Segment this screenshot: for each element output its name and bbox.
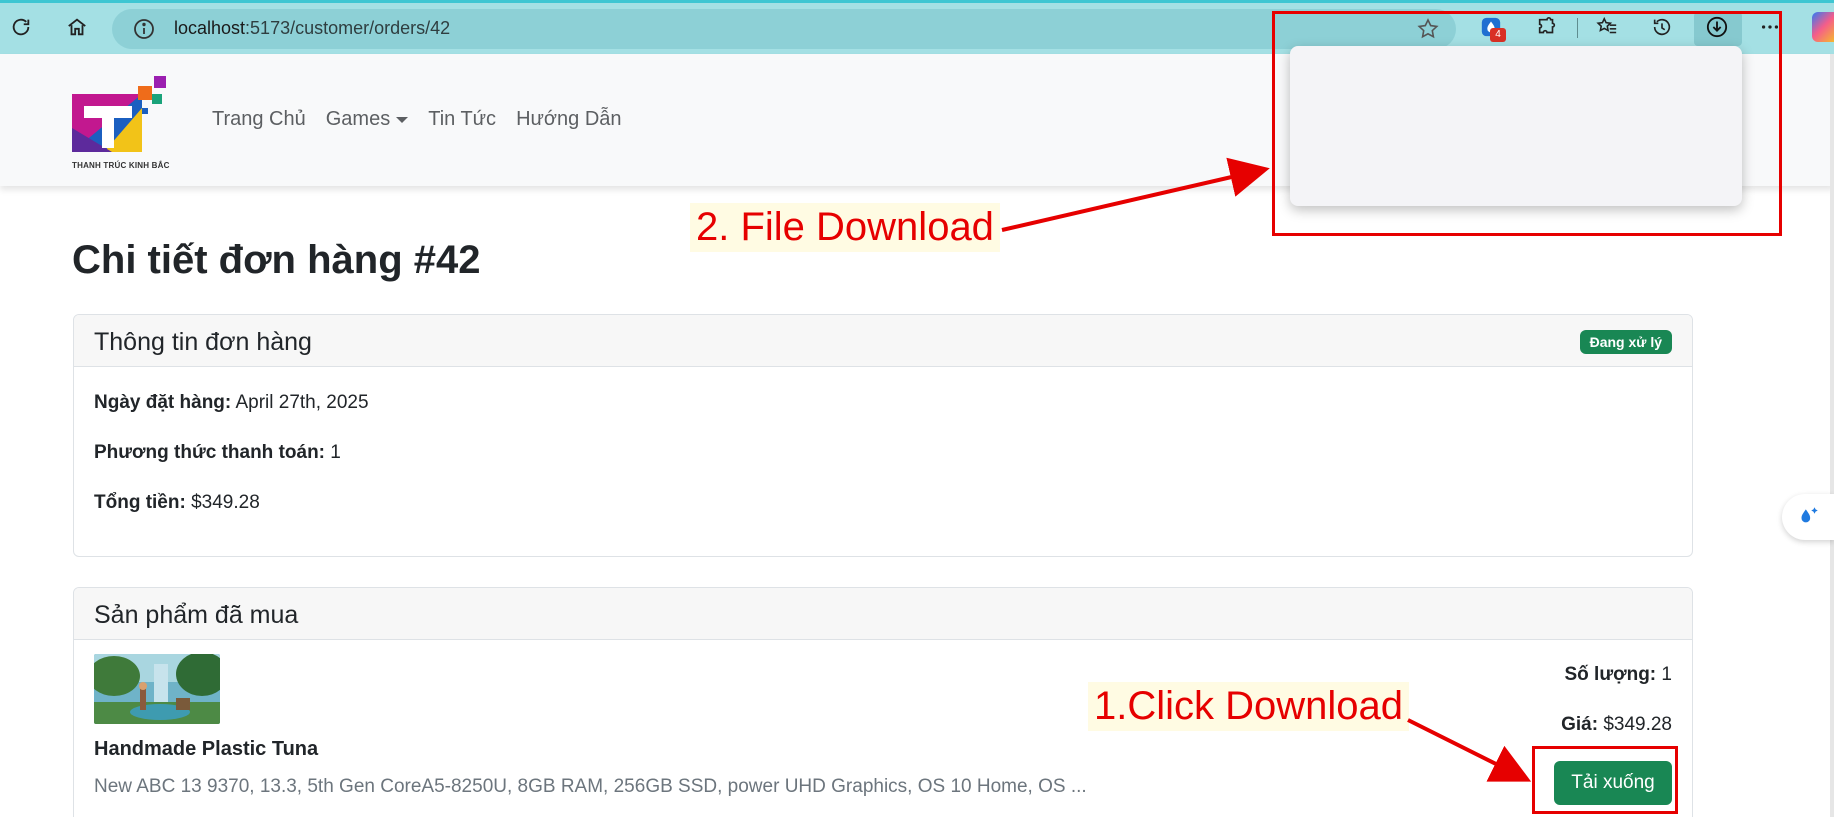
product-description: New ABC 13 9370, 13.3, 5th Gen CoreA5-82… [94,776,1087,797]
chevron-down-icon [396,116,409,123]
nav-link-games[interactable]: Games [325,108,409,131]
nav-link-home[interactable]: Trang Chủ [212,108,306,131]
quantity-value: 1 [1661,664,1672,685]
sparkle-drop-icon [1801,507,1818,523]
nav-link-guide[interactable]: Hướng Dẫn [516,108,621,131]
nav-link-news[interactable]: Tin Tức [428,108,496,131]
brand-caption: THANH TRÚC KINH BẮC [72,161,170,170]
product-thumbnail [94,654,220,724]
products-title: Sản phẩm đã mua [94,601,299,629]
nav-link-games-label: Games [325,108,391,130]
order-info-header: Thông tin đơn hàng Đang xử lý [74,315,1692,367]
address-bar[interactable]: localhost:5173/customer/orders/42 [112,9,1456,49]
info-icon[interactable] [132,17,156,41]
page-title: Chi tiết đơn hàng #42 [72,238,481,282]
payment-method-row: Phương thức thanh toán: 1 [94,442,341,464]
tab-strip-edge [0,0,1834,3]
refresh-icon[interactable] [4,10,38,44]
url-path: :5173/customer/orders/42 [245,18,451,38]
order-info-card: Thông tin đơn hàng Đang xử lý Ngày đặt h… [73,314,1693,557]
order-date-value: April 27th, 2025 [235,392,369,413]
products-header: Sản phẩm đã mua [74,588,1692,640]
product-quantity: Số lượng: 1 [1564,664,1672,686]
copilot-icon[interactable] [1812,12,1834,42]
products-card: Sản phẩm đã mua Handmade Plastic Tuna Ne… [73,587,1693,817]
product-name[interactable]: Handmade Plastic Tuna [94,738,318,761]
product-price: Giá: $349.28 [1561,714,1672,736]
quantity-label: Số lượng: [1564,664,1657,685]
order-total-value: $349.28 [191,492,260,513]
url-host: localhost [174,18,246,38]
price-value: $349.28 [1603,714,1672,735]
home-icon[interactable] [60,10,94,44]
screen: localhost:5173/customer/orders/42 4 THAN… [0,0,1834,817]
order-total-row: Tổng tiền: $349.28 [94,492,260,514]
scrollbar-edge[interactable] [1830,54,1834,817]
nav-links: Trang Chủ Games Tin Tức Hướng Dẫn [212,108,622,131]
order-info-title: Thông tin đơn hàng [94,328,312,356]
copilot-sidebar-button[interactable] [1782,494,1834,540]
payment-method-label: Phương thức thanh toán: [94,442,325,463]
annotation-box-download-panel [1272,11,1782,236]
status-badge: Đang xử lý [1579,330,1672,354]
annotation-box-download-button [1532,746,1678,814]
order-total-label: Tổng tiền: [94,492,186,513]
annotation-step1: 1.Click Download [1088,682,1410,731]
payment-method-value: 1 [330,442,341,463]
order-date-label: Ngày đặt hàng: [94,392,232,413]
annotation-step2: 2. File Download [690,203,1000,252]
url-text[interactable]: localhost:5173/customer/orders/42 [174,18,450,39]
price-label: Giá: [1561,714,1599,735]
order-date-row: Ngày đặt hàng: April 27th, 2025 [94,392,369,414]
